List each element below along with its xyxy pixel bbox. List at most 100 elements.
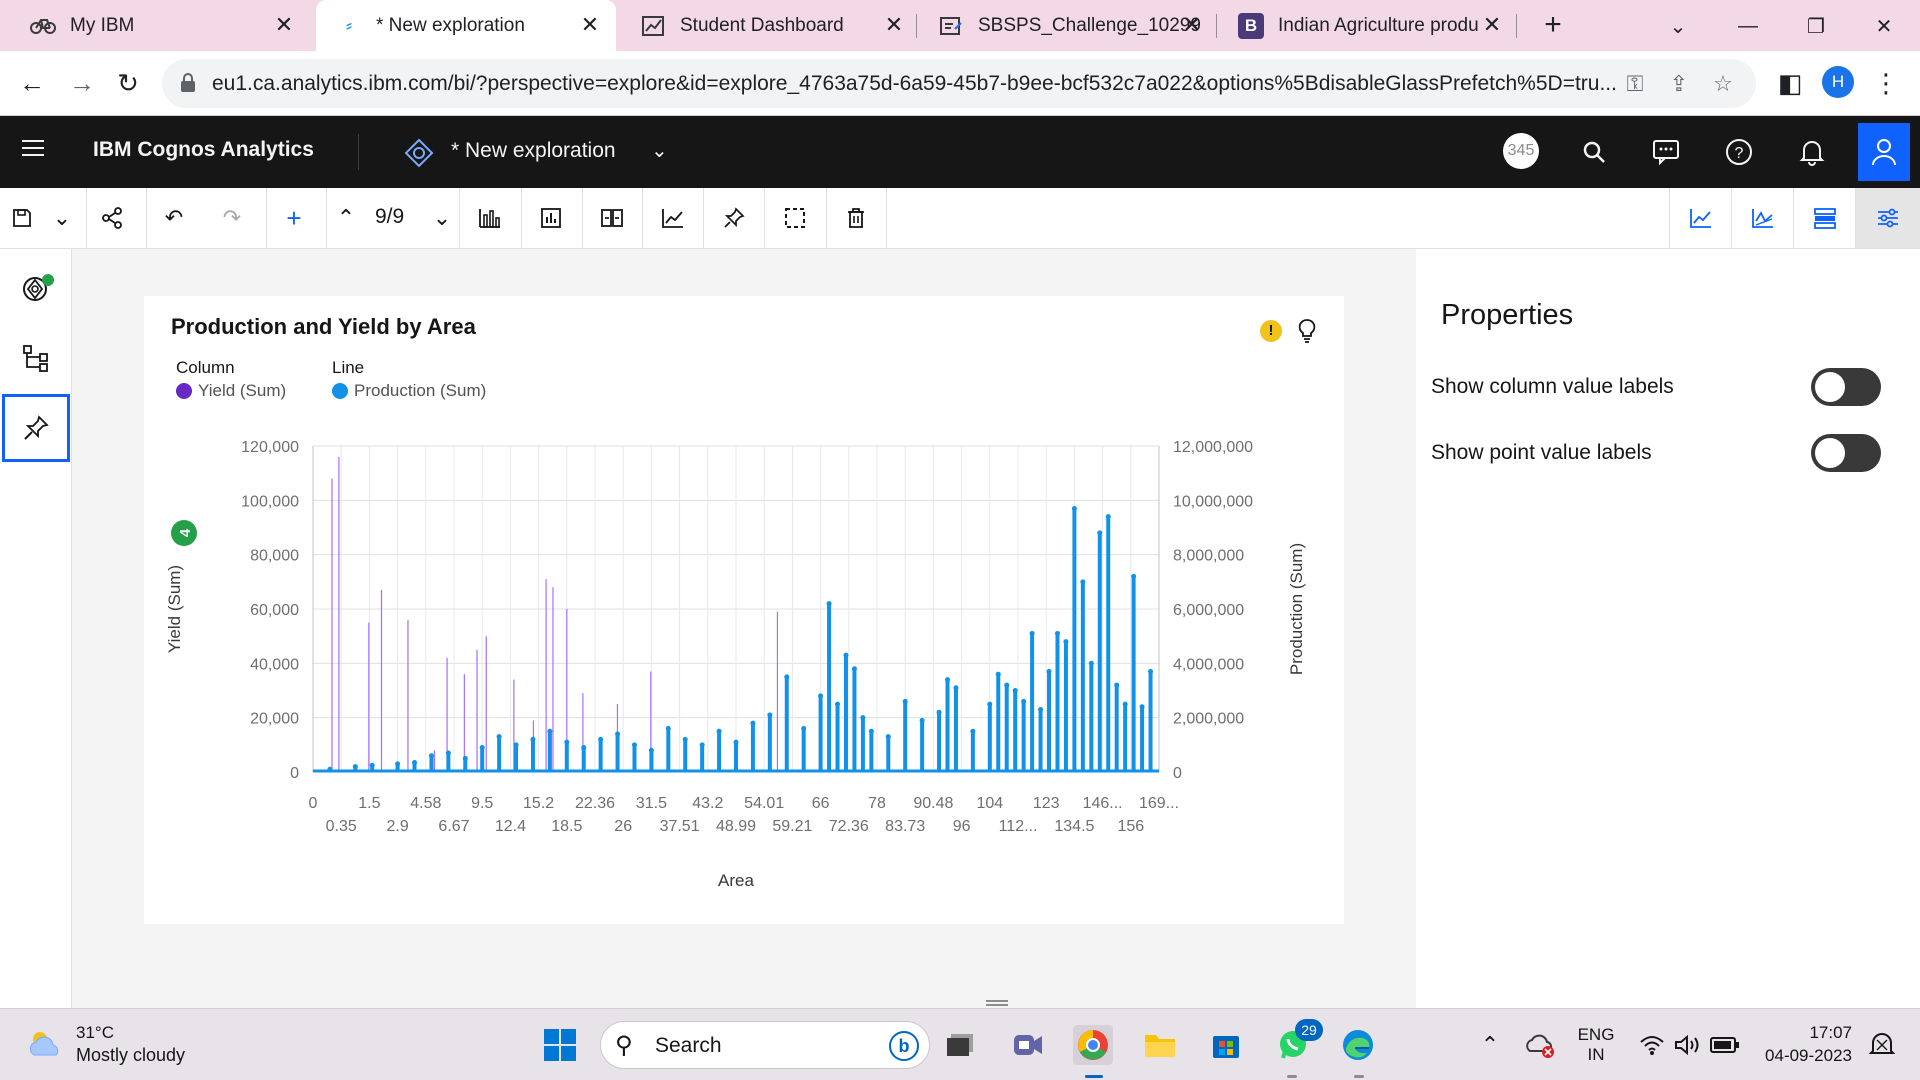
close-icon[interactable]: ✕ xyxy=(882,12,906,37)
input-language[interactable]: ENG IN xyxy=(1572,1025,1620,1065)
edge-icon[interactable] xyxy=(1338,1025,1378,1065)
production-point xyxy=(581,745,587,751)
production-point xyxy=(995,671,1001,677)
chevron-down-icon[interactable]: ⌄ xyxy=(651,138,668,163)
tab-search-chevron-icon[interactable]: ⌄ xyxy=(1658,6,1698,46)
close-window-icon[interactable]: ✕ xyxy=(1864,6,1904,46)
resize-handle[interactable] xyxy=(986,1000,1008,1006)
back-arrow-icon[interactable]: ← xyxy=(12,63,52,103)
onedrive-error-icon[interactable] xyxy=(1520,1025,1560,1065)
microsoft-store-icon[interactable] xyxy=(1206,1025,1246,1065)
divider xyxy=(642,188,643,248)
taskbar-search[interactable]: ⚲ Search b xyxy=(600,1021,930,1069)
tab-my-ibm[interactable]: My IBM ✕ xyxy=(10,0,310,51)
compare-icon[interactable] xyxy=(592,188,632,248)
lightbulb-icon[interactable] xyxy=(1296,318,1318,344)
time: 17:07 xyxy=(1809,1023,1852,1042)
tab-new-exploration[interactable]: ⸗ * New exploration ✕ xyxy=(316,0,616,51)
user-profile-button[interactable] xyxy=(1858,123,1910,181)
notification-count-badge[interactable]: 345 xyxy=(1503,133,1539,169)
minimize-icon[interactable]: — xyxy=(1728,6,1768,46)
production-point xyxy=(987,701,993,707)
tab-student-dashboard[interactable]: Student Dashboard ✕ xyxy=(620,0,920,51)
production-point xyxy=(1139,704,1145,710)
windows-start-icon[interactable] xyxy=(540,1025,580,1065)
warning-icon[interactable]: ! xyxy=(1260,320,1282,342)
production-point xyxy=(767,712,773,718)
notification-center-icon[interactable] xyxy=(1862,1025,1902,1065)
tab-indian-agriculture[interactable]: B Indian Agriculture produc ✕ xyxy=(1218,0,1518,51)
dashboard-icon xyxy=(640,13,666,39)
tab-sbsps-challenge[interactable]: SBSPS_Challenge_10299 ✕ xyxy=(918,0,1218,51)
clock[interactable]: 17:07 04-09-2023 xyxy=(1752,1023,1852,1066)
production-point xyxy=(885,734,891,740)
tab-title: Student Dashboard xyxy=(680,14,844,36)
add-icon[interactable]: + xyxy=(274,188,314,248)
share-icon[interactable] xyxy=(92,188,132,248)
reload-icon[interactable]: ↻ xyxy=(108,63,148,103)
legend-yield-item[interactable]: Yield (Sum) xyxy=(176,381,286,401)
close-icon[interactable]: ✕ xyxy=(1180,12,1204,37)
save-icon[interactable] xyxy=(6,188,38,248)
show-column-value-labels-toggle[interactable] xyxy=(1811,368,1881,406)
volume-icon[interactable] xyxy=(1668,1025,1708,1065)
forward-arrow-icon[interactable]: → xyxy=(62,63,102,103)
close-icon[interactable]: ✕ xyxy=(1480,12,1504,37)
trash-icon[interactable] xyxy=(836,188,876,248)
column-chart-icon[interactable] xyxy=(531,188,571,248)
undo-icon[interactable]: ↶ xyxy=(154,188,194,248)
wifi-icon[interactable] xyxy=(1632,1025,1672,1065)
pin-panel-icon[interactable] xyxy=(2,394,70,462)
key-icon[interactable]: ⚿ xyxy=(1620,69,1650,99)
new-tab-button[interactable]: + xyxy=(1535,8,1571,44)
tab-title: My IBM xyxy=(70,14,135,36)
task-view-icon[interactable] xyxy=(940,1025,980,1065)
combo-chart[interactable]: 0 020,000 2,000,00040,000 4,000,00060,000 6,… xyxy=(160,420,1310,910)
legend-production-item[interactable]: Production (Sum) xyxy=(332,381,486,401)
bar-chart-icon[interactable] xyxy=(470,188,510,248)
production-point xyxy=(369,762,375,768)
cloud-icon[interactable] xyxy=(26,1029,66,1059)
production-point xyxy=(1012,688,1018,693)
notification-bell-icon[interactable] xyxy=(1793,133,1831,171)
side-panel-icon[interactable]: ◧ xyxy=(1770,63,1810,103)
show-point-value-labels-label: Show point value labels xyxy=(1431,441,1652,464)
fields-panel-icon[interactable] xyxy=(1793,188,1855,248)
legend-label: Yield (Sum) xyxy=(198,381,287,400)
pin-icon[interactable] xyxy=(714,188,754,248)
more-menu-icon[interactable]: ⋮ xyxy=(1866,63,1906,103)
properties-panel-icon[interactable] xyxy=(1855,188,1920,248)
hierarchy-icon[interactable] xyxy=(2,324,70,392)
toggle-knob xyxy=(1815,372,1845,402)
insights-chart-icon[interactable] xyxy=(1731,188,1793,248)
chrome-icon[interactable] xyxy=(1073,1025,1113,1065)
close-icon[interactable]: ✕ xyxy=(272,12,296,37)
select-area-icon[interactable] xyxy=(775,188,815,248)
show-hidden-icons-chevron-icon[interactable]: ⌃ xyxy=(1470,1025,1510,1065)
production-point xyxy=(1063,639,1069,645)
show-point-value-labels-toggle[interactable] xyxy=(1811,434,1881,472)
battery-icon[interactable] xyxy=(1705,1025,1745,1065)
help-icon[interactable]: ? xyxy=(1720,133,1758,171)
url-bar[interactable]: eu1.ca.analytics.ibm.com/bi/?perspective… xyxy=(162,59,1756,108)
hamburger-menu-icon[interactable] xyxy=(22,140,44,158)
previous-card-chevron-icon[interactable]: ⌃ xyxy=(330,188,362,248)
exploration-title[interactable]: * New exploration xyxy=(451,139,616,163)
teams-meet-icon[interactable] xyxy=(1008,1025,1048,1065)
star-icon[interactable]: ☆ xyxy=(1708,69,1738,99)
trend-chart-icon[interactable] xyxy=(1669,188,1731,248)
search-icon[interactable] xyxy=(1575,133,1613,171)
data-sources-icon[interactable] xyxy=(2,254,70,322)
redo-icon[interactable]: ↷ xyxy=(212,188,252,248)
next-card-chevron-icon[interactable]: ⌄ xyxy=(426,188,458,248)
profile-avatar[interactable]: H xyxy=(1822,66,1854,98)
share-icon[interactable]: ⇪ xyxy=(1664,69,1694,99)
line-chart-icon[interactable] xyxy=(653,188,693,248)
file-explorer-icon[interactable] xyxy=(1140,1025,1180,1065)
restore-icon[interactable]: ❐ xyxy=(1796,6,1836,46)
left-rail xyxy=(0,249,72,1008)
save-menu-chevron-icon[interactable]: ⌄ xyxy=(46,188,78,248)
divider xyxy=(521,188,522,248)
close-icon[interactable]: ✕ xyxy=(578,12,602,37)
chat-icon[interactable] xyxy=(1647,133,1685,171)
